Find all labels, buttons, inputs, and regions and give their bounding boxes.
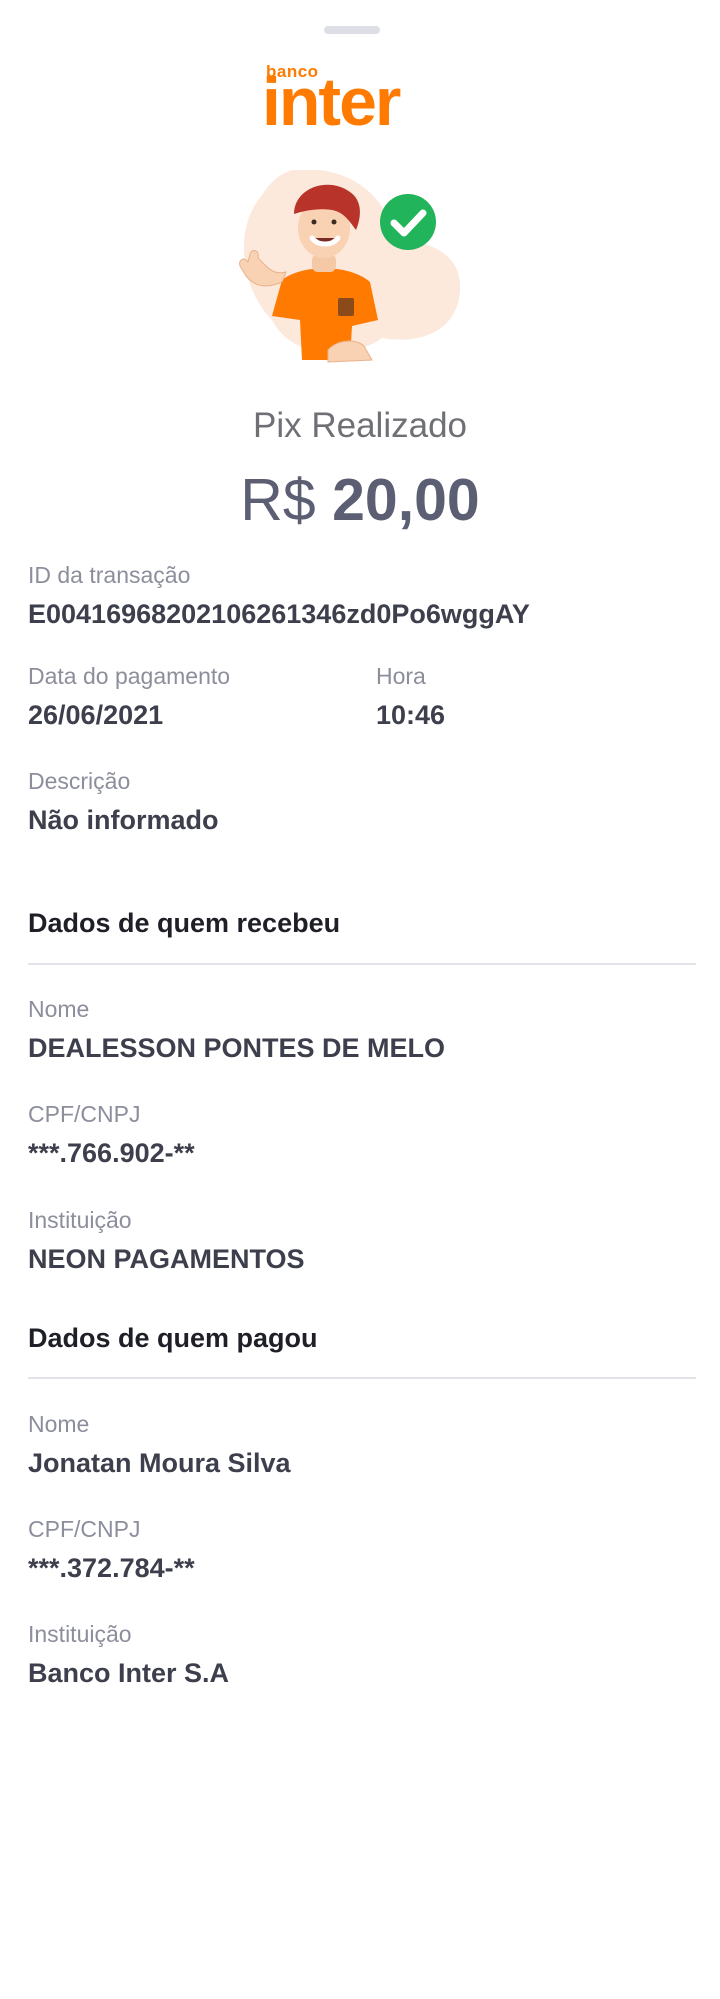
payer-divider: [28, 1377, 696, 1379]
receiver-document-field: CPF/CNPJ ***.766.902-**: [28, 1099, 195, 1173]
payer-institution-field: Instituição Banco Inter S.A: [28, 1619, 229, 1693]
payer-document-label: CPF/CNPJ: [28, 1516, 141, 1542]
payment-date-field: Data do pagamento 26/06/2021: [28, 661, 230, 735]
payer-document-value: ***.372.784-**: [28, 1553, 195, 1583]
payer-document-field: CPF/CNPJ ***.372.784-**: [28, 1514, 195, 1588]
sheet-drag-handle[interactable]: [324, 26, 380, 34]
payer-section-title: Dados de quem pagou: [28, 1323, 318, 1353]
payer-name-label: Nome: [28, 1411, 90, 1437]
receiver-name-value: DEALESSON PONTES DE MELO: [28, 1033, 446, 1063]
transaction-id-label: ID da transação: [28, 562, 191, 588]
description-field: Descrição Não informado: [28, 766, 219, 840]
receiver-divider: [28, 963, 696, 965]
receiver-section-title: Dados de quem recebeu: [28, 908, 341, 938]
transfer-amount: R$ 20,00: [0, 466, 720, 534]
receiver-document-value: ***.766.902-**: [28, 1138, 195, 1168]
receiver-name-field: Nome DEALESSON PONTES DE MELO: [28, 994, 445, 1068]
payer-institution-value: Banco Inter S.A: [28, 1658, 230, 1688]
payment-time-value: 10:46: [376, 700, 446, 730]
payer-name-field: Nome Jonatan Moura Silva: [28, 1409, 291, 1483]
receiver-institution-value: NEON PAGAMENTOS: [28, 1244, 305, 1274]
description-value: Não informado: [28, 805, 219, 835]
shirt-pocket: [338, 298, 354, 316]
currency-symbol: R$: [240, 467, 316, 533]
logo-large-text: inter: [262, 64, 401, 140]
payment-date-value: 26/06/2021: [28, 700, 164, 730]
receiver-institution-label: Instituição: [28, 1207, 132, 1233]
transaction-id-value: E00416968202106261346zd0Po6wggAY: [28, 599, 530, 629]
amount-value: 20,00: [332, 467, 480, 533]
transaction-id-field: ID da transação E00416968202106261346zd0…: [28, 560, 530, 634]
payer-institution-label: Instituição: [28, 1621, 132, 1647]
payer-name-value: Jonatan Moura Silva: [28, 1448, 291, 1478]
banco-inter-logo: banco inter: [262, 62, 452, 142]
receiver-document-label: CPF/CNPJ: [28, 1101, 141, 1127]
payment-date-label: Data do pagamento: [28, 663, 231, 689]
pix-status-title: Pix Realizado: [253, 406, 467, 445]
payment-time-field: Hora 10:46: [376, 661, 445, 735]
receiver-name-label: Nome: [28, 996, 90, 1022]
description-label: Descrição: [28, 768, 131, 794]
receiver-institution-field: Instituição NEON PAGAMENTOS: [28, 1205, 305, 1279]
payment-time-label: Hora: [376, 663, 426, 689]
success-illustration: [239, 170, 461, 363]
check-circle-icon: [380, 194, 436, 250]
